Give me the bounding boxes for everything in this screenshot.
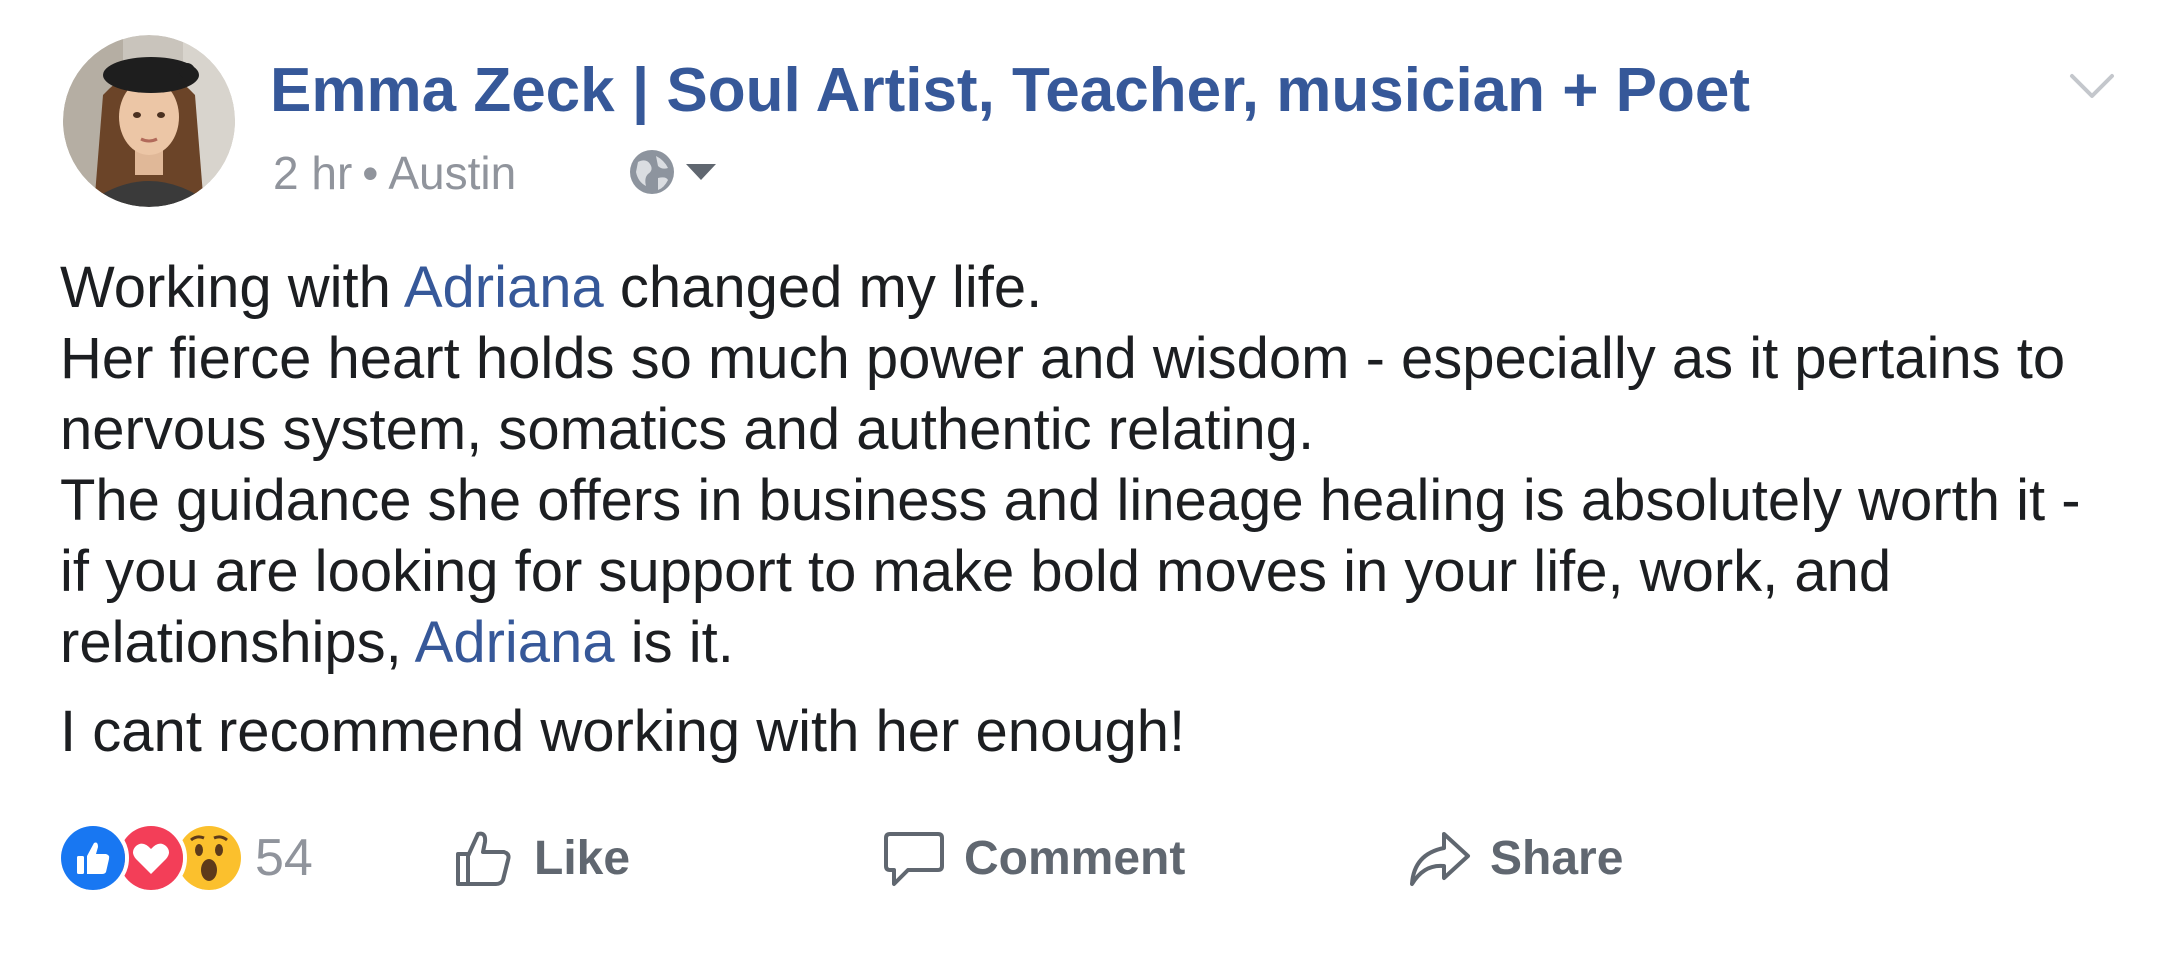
post-options-chevron-icon[interactable] [2068, 72, 2116, 107]
facebook-post: Emma Zeck | Soul Artist, Teacher, musici… [0, 0, 2160, 958]
privacy-dropdown-caret-icon [684, 162, 718, 187]
meta-separator: • [362, 147, 379, 199]
post-closing: I cant recommend working with her enough… [60, 699, 1186, 764]
post-time[interactable]: 2 hr [273, 143, 352, 203]
share-arrow-icon [1408, 826, 1472, 890]
share-button[interactable]: Share [1408, 826, 1623, 890]
privacy-selector[interactable] [628, 148, 718, 201]
thumbs-up-icon [452, 826, 516, 890]
comment-label: Comment [964, 831, 1186, 885]
body-text-sentence: Her fierce heart holds so much power and… [60, 326, 2066, 462]
globe-icon [628, 148, 676, 201]
like-button[interactable]: Like [452, 826, 630, 890]
comment-bubble-icon [882, 826, 946, 890]
body-text-line1-before: Working with [60, 255, 404, 320]
reaction-count[interactable]: 54 [255, 822, 313, 894]
like-icon [57, 822, 129, 894]
like-label: Like [534, 831, 631, 885]
body-text-line1-after: changed my life. [603, 255, 1043, 320]
mention-link[interactable]: Adriana [404, 255, 604, 320]
post-meta: 2 hr • Austin [273, 143, 516, 203]
post-paragraph: Working with Adriana changed my life. He… [60, 252, 2100, 678]
body-text-sentence-end: is it. [614, 610, 734, 675]
mention-link[interactable]: Adriana [415, 610, 615, 675]
share-label: Share [1490, 831, 1624, 885]
author-name-link[interactable]: Emma Zeck | Soul Artist, Teacher, musici… [270, 50, 1750, 132]
reaction-summary[interactable]: 54 [57, 820, 313, 896]
author-avatar[interactable] [63, 35, 235, 207]
comment-button[interactable]: Comment [882, 826, 1185, 890]
body-text-sentence: The guidance she offers in business and … [60, 468, 2081, 675]
post-location[interactable]: Austin [388, 143, 516, 203]
post-body: Working with Adriana changed my life. He… [60, 252, 2100, 767]
